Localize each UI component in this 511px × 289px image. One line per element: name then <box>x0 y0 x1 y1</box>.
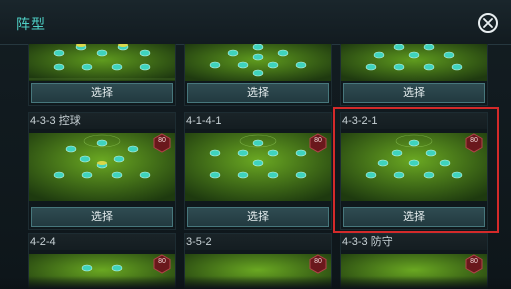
formation-card[interactable]: 4-3-2-1 80 选择 <box>340 112 488 230</box>
select-button[interactable]: 选择 <box>343 83 485 103</box>
formation-grid: 选择 选择 选择 4-3-3 控球 80 选择 4-1-4-1 80 选择 4-… <box>28 44 494 289</box>
pitch-preview <box>185 44 331 81</box>
rating-value: 80 <box>158 137 166 144</box>
formation-name: 4-2-4 <box>29 234 175 250</box>
select-button[interactable]: 选择 <box>343 207 485 227</box>
close-icon[interactable] <box>478 13 498 33</box>
rating-badge: 80 <box>153 133 171 153</box>
formation-name: 4-1-4-1 <box>185 113 331 129</box>
formation-panel: 阵型 选择 选择 选择 4-3-3 控球 80 选择 4-1-4-1 80 选择… <box>0 0 511 289</box>
select-button[interactable]: 选择 <box>31 83 173 103</box>
formation-card[interactable]: 选择 <box>340 44 488 106</box>
rating-badge: 80 <box>465 254 483 274</box>
formation-card[interactable]: 选择 <box>184 44 332 106</box>
rating-value: 80 <box>314 137 322 144</box>
formation-card[interactable]: 4-1-4-1 80 选择 <box>184 112 332 230</box>
rating-badge: 80 <box>309 254 327 274</box>
rating-badge: 80 <box>153 254 171 274</box>
rating-value: 80 <box>314 258 322 265</box>
scroll-fade <box>0 276 511 289</box>
pitch-preview <box>29 44 175 81</box>
select-button[interactable]: 选择 <box>31 207 173 227</box>
formation-card[interactable]: 4-3-3 控球 80 选择 <box>28 112 176 230</box>
formation-card[interactable]: 选择 <box>28 44 176 106</box>
select-button[interactable]: 选择 <box>187 83 329 103</box>
panel-header: 阵型 <box>0 0 511 45</box>
formation-name: 4-3-3 控球 <box>29 113 175 129</box>
formation-name: 3-5-2 <box>185 234 331 250</box>
formation-name: 4-3-3 防守 <box>341 234 487 250</box>
formation-name: 4-3-2-1 <box>341 113 487 129</box>
select-button[interactable]: 选择 <box>187 207 329 227</box>
pitch-preview <box>341 44 487 81</box>
rating-value: 80 <box>470 258 478 265</box>
panel-title: 阵型 <box>16 16 46 32</box>
rating-value: 80 <box>470 137 478 144</box>
rating-badge: 80 <box>309 133 327 153</box>
rating-value: 80 <box>158 258 166 265</box>
rating-badge: 80 <box>465 133 483 153</box>
